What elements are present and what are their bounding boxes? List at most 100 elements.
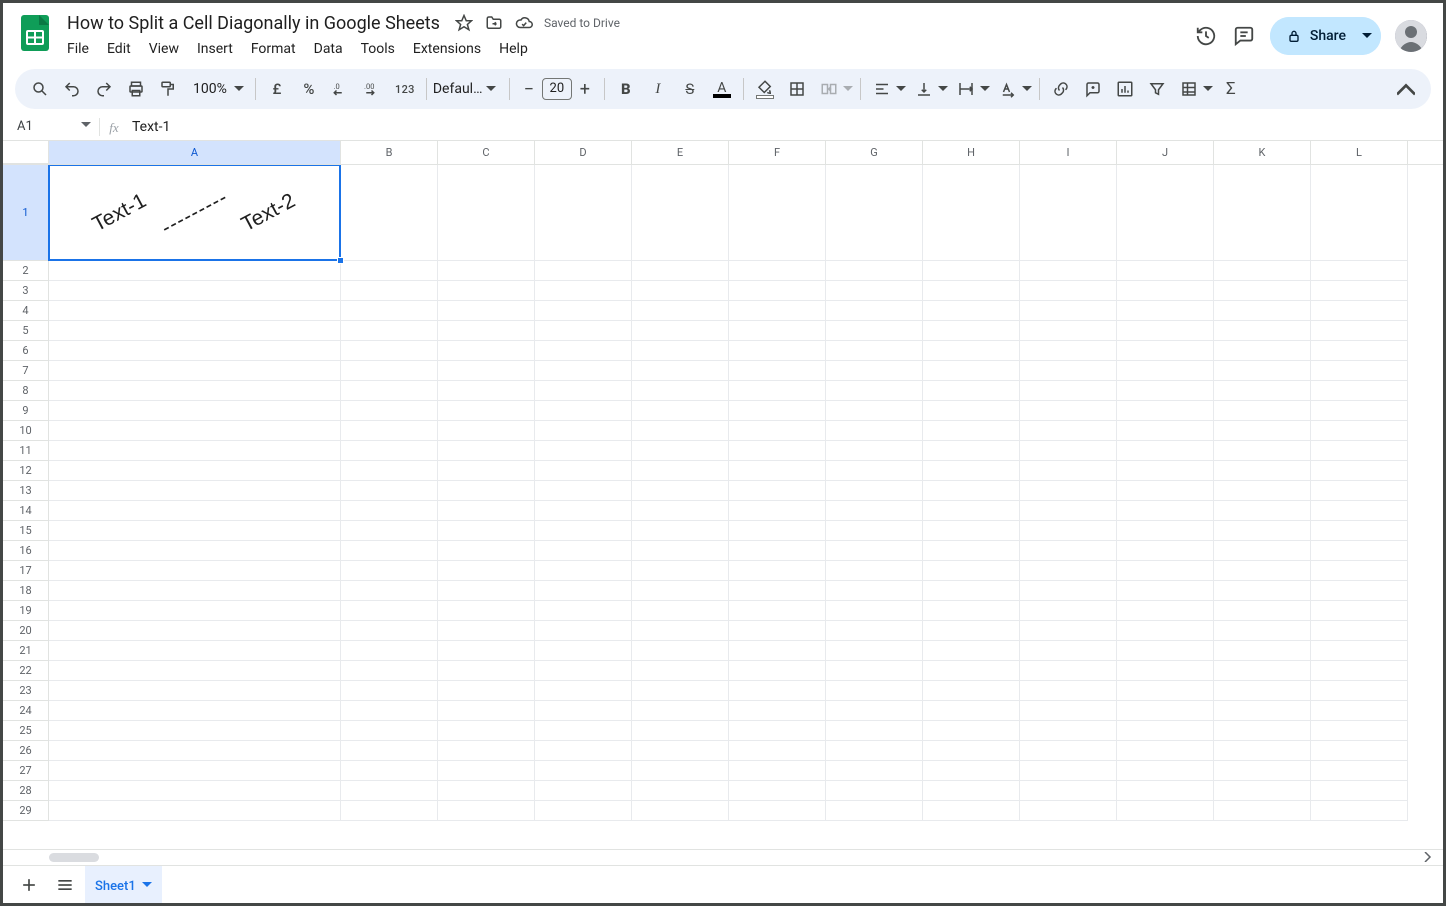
cell[interactable] [729,641,826,661]
cell[interactable] [632,641,729,661]
cell[interactable] [341,461,438,481]
cell[interactable] [341,521,438,541]
cell[interactable] [1311,781,1408,801]
cell[interactable] [341,661,438,681]
cell[interactable] [535,761,632,781]
cell[interactable] [341,641,438,661]
scroll-right-icon[interactable] [1423,851,1433,865]
cell[interactable] [632,681,729,701]
cell[interactable] [1311,381,1408,401]
cell[interactable] [923,521,1020,541]
cell[interactable] [1311,341,1408,361]
menu-file[interactable]: File [59,37,97,61]
cell[interactable] [632,761,729,781]
cell[interactable] [1214,641,1311,661]
cell[interactable] [923,301,1020,321]
cell[interactable] [1311,461,1408,481]
cell[interactable] [826,601,923,621]
cell[interactable] [1214,541,1311,561]
redo-icon[interactable] [89,74,119,104]
font-size-decrease[interactable]: − [516,79,542,100]
menu-tools[interactable]: Tools [353,37,403,61]
cell[interactable] [438,561,535,581]
cell[interactable] [826,281,923,301]
row-header[interactable]: 3 [3,281,49,301]
cell[interactable] [1020,781,1117,801]
currency-icon[interactable]: £ [262,74,292,104]
column-header[interactable]: C [438,141,535,164]
cell[interactable] [923,361,1020,381]
table-view-icon[interactable] [1174,74,1204,104]
cell[interactable] [632,481,729,501]
cell[interactable] [1214,801,1311,821]
cell[interactable] [729,541,826,561]
row-header[interactable]: 13 [3,481,49,501]
row-header[interactable]: 4 [3,301,49,321]
cell[interactable] [1117,301,1214,321]
cell[interactable] [341,581,438,601]
cell[interactable] [1311,401,1408,421]
cell[interactable] [923,661,1020,681]
cell[interactable] [1214,441,1311,461]
cell[interactable] [826,541,923,561]
menu-format[interactable]: Format [243,37,304,61]
cell[interactable] [1117,401,1214,421]
selected-cell[interactable]: Text-1 --------- Text-2 [48,165,341,261]
cell[interactable] [438,381,535,401]
cell[interactable] [632,361,729,381]
cell[interactable] [341,801,438,821]
cell[interactable] [438,441,535,461]
cell[interactable] [535,741,632,761]
cell[interactable] [1214,621,1311,641]
cell[interactable] [923,701,1020,721]
cell[interactable] [632,165,729,261]
cell[interactable] [535,165,632,261]
cell[interactable] [438,481,535,501]
cell[interactable] [49,441,341,461]
cell[interactable] [535,621,632,641]
cell[interactable] [535,421,632,441]
cell[interactable] [1311,301,1408,321]
cell[interactable] [729,781,826,801]
zoom-select[interactable]: 100% [185,81,249,97]
cell[interactable] [923,461,1020,481]
cell[interactable] [1311,421,1408,441]
insert-chart-icon[interactable] [1110,74,1140,104]
cell[interactable] [49,341,341,361]
cell[interactable] [826,401,923,421]
cell[interactable] [1117,361,1214,381]
menu-insert[interactable]: Insert [189,37,241,61]
cell[interactable] [826,581,923,601]
cell[interactable] [826,461,923,481]
cell[interactable] [1117,761,1214,781]
cell[interactable] [729,601,826,621]
cell[interactable] [923,421,1020,441]
row-header[interactable]: 2 [3,261,49,281]
cell[interactable] [1020,641,1117,661]
cell[interactable] [1020,481,1117,501]
cell[interactable] [1020,165,1117,261]
column-header[interactable]: F [729,141,826,164]
cell[interactable] [49,501,341,521]
cell[interactable] [826,421,923,441]
cell[interactable] [729,761,826,781]
cell[interactable] [1117,621,1214,641]
cell[interactable] [1311,681,1408,701]
cell[interactable] [632,661,729,681]
cell[interactable] [729,321,826,341]
cell[interactable] [49,321,341,341]
bold-icon[interactable]: B [611,74,641,104]
cell[interactable] [632,781,729,801]
cell[interactable] [1214,341,1311,361]
cell[interactable] [1117,501,1214,521]
cell[interactable] [632,561,729,581]
cell[interactable] [535,341,632,361]
cell[interactable] [1020,721,1117,741]
cell[interactable] [49,741,341,761]
cell[interactable] [49,401,341,421]
cell[interactable] [1020,621,1117,641]
cell[interactable] [632,321,729,341]
column-header[interactable]: G [826,141,923,164]
text-color-icon[interactable]: A [707,74,737,104]
row-header[interactable]: 12 [3,461,49,481]
